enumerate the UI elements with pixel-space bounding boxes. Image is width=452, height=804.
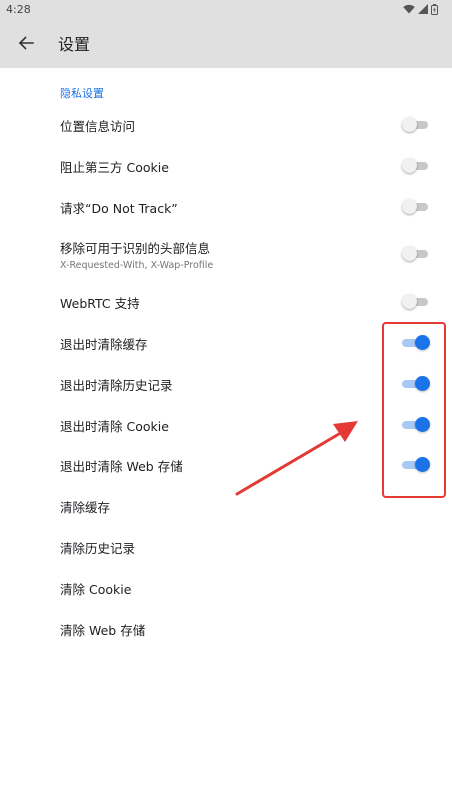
arrow-back-icon — [18, 36, 34, 50]
status-icons — [403, 3, 438, 15]
toggle-switch-off[interactable] — [402, 292, 428, 312]
cell-signal-icon — [418, 4, 428, 14]
setting-title: 位置信息访问 — [60, 118, 136, 134]
toggle-switch-off[interactable] — [402, 244, 428, 264]
setting-title: 退出时清除缓存 — [60, 336, 148, 352]
setting-title: 清除历史记录 — [60, 540, 136, 556]
toggle-switch-off[interactable] — [402, 115, 428, 135]
setting-title: 退出时清除 Web 存储 — [60, 458, 183, 474]
switch-thumb — [402, 199, 417, 214]
setting-title: 请求“Do Not Track” — [60, 200, 178, 216]
setting-row-toggle[interactable]: 请求“Do Not Track” — [0, 187, 452, 227]
wifi-icon — [403, 4, 415, 14]
setting-title: 阻止第三方 Cookie — [60, 159, 169, 175]
toolbar: 设置 — [0, 18, 452, 68]
setting-text: 移除可用于识别的头部信息 X-Requested-With, X-Wap-Prof… — [60, 238, 213, 271]
setting-row-action[interactable]: 清除 Cookie — [0, 568, 452, 608]
setting-title: WebRTC 支持 — [60, 295, 140, 311]
setting-text: WebRTC 支持 — [60, 293, 140, 312]
setting-title: 清除 Web 存储 — [60, 622, 146, 638]
setting-row-action[interactable]: 清除 Web 存储 — [0, 609, 452, 649]
setting-title: 清除 Cookie — [60, 581, 132, 597]
setting-text: 清除缓存 — [60, 497, 110, 516]
setting-text: 退出时清除 Cookie — [60, 416, 169, 435]
setting-title: 清除缓存 — [60, 499, 111, 515]
switch-thumb — [402, 117, 417, 132]
setting-text: 退出时清除历史记录 — [60, 375, 173, 394]
switch-thumb — [402, 294, 417, 309]
setting-text: 位置信息访问 — [60, 116, 135, 135]
setting-row-toggle[interactable]: 阻止第三方 Cookie — [0, 146, 452, 186]
setting-text: 退出时清除缓存 — [60, 334, 148, 353]
setting-text: 清除 Cookie — [60, 579, 131, 598]
setting-title: 移除可用于识别的头部信息 — [60, 240, 211, 256]
setting-title: 退出时清除 Cookie — [60, 418, 169, 434]
section-header-privacy: 隐私设置 — [60, 87, 104, 100]
annotation-highlight-box — [382, 322, 446, 498]
page-title: 设置 — [58, 35, 91, 54]
status-time: 4:28 — [6, 2, 31, 16]
setting-text: 退出时清除 Web 存储 — [60, 456, 183, 475]
setting-text: 清除历史记录 — [60, 538, 135, 557]
switch-thumb — [402, 158, 417, 173]
setting-text: 阻止第三方 Cookie — [60, 157, 169, 176]
setting-text: 请求“Do Not Track” — [60, 198, 178, 217]
toggle-switch-off[interactable] — [402, 197, 428, 217]
toggle-switch-off[interactable] — [402, 156, 428, 176]
setting-row-toggle[interactable]: WebRTC 支持 — [0, 282, 452, 322]
battery-icon — [431, 3, 438, 15]
setting-row-toggle[interactable]: 位置信息访问 — [0, 105, 452, 145]
setting-row-toggle[interactable]: 移除可用于识别的头部信息 X-Requested-With, X-Wap-Prof… — [0, 234, 452, 274]
switch-thumb — [402, 246, 417, 261]
setting-text: 清除 Web 存储 — [60, 620, 145, 639]
setting-subtitle: X-Requested-With, X-Wap-Profile — [60, 259, 214, 271]
status-bar: 4:28 — [0, 0, 452, 18]
back-button[interactable] — [6, 23, 46, 63]
setting-title: 退出时清除历史记录 — [60, 377, 173, 393]
setting-row-action[interactable]: 清除历史记录 — [0, 527, 452, 567]
